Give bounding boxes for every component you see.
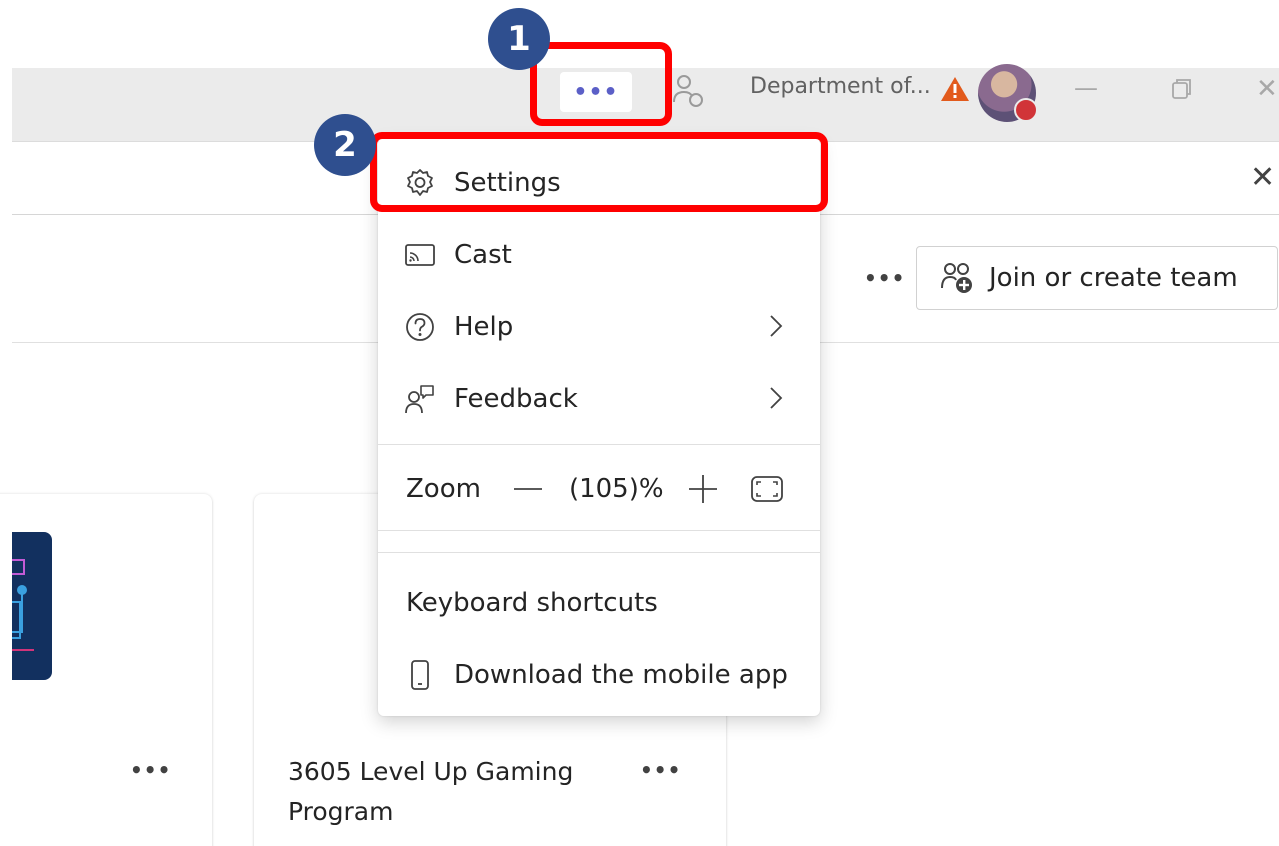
team-card-image — [5, 532, 52, 680]
menu-item-label: Feedback — [454, 384, 578, 414]
menu-item-help[interactable]: Help — [378, 294, 820, 360]
menu-item-label: Keyboard shortcuts — [406, 588, 658, 618]
menu-item-cast[interactable]: Cast — [378, 222, 820, 288]
chevron-right-icon — [770, 387, 783, 409]
team-card-more-button[interactable]: ••• — [130, 758, 171, 782]
menu-item-label: Help — [454, 312, 514, 342]
highlight-box-settings — [370, 132, 828, 212]
window-close-button[interactable]: ✕ — [1256, 74, 1279, 104]
teams-window: ••• Department of... — ✕ ✕ ••• Join or c… — [0, 0, 1279, 846]
zoom-out-button[interactable] — [511, 472, 545, 506]
menu-divider — [378, 530, 820, 531]
menu-item-label: Cast — [454, 240, 512, 270]
add-team-icon — [941, 263, 972, 293]
feedback-icon — [405, 385, 434, 414]
zoom-in-button[interactable] — [686, 472, 720, 506]
menu-divider — [378, 444, 820, 445]
join-or-create-team-button[interactable]: Join or create team — [916, 246, 1278, 310]
menu-item-keyboard-shortcuts[interactable]: Keyboard shortcuts — [378, 570, 820, 636]
mobile-phone-icon — [411, 660, 429, 690]
org-name[interactable]: Department of... — [750, 74, 931, 99]
restore-button[interactable] — [1170, 76, 1194, 102]
help-icon — [406, 313, 434, 341]
teams-more-options-button[interactable]: ••• — [864, 266, 905, 290]
zoom-value: (105)% — [568, 474, 664, 504]
team-card-more-button[interactable]: ••• — [640, 758, 681, 782]
fit-to-screen-icon[interactable] — [750, 474, 784, 504]
cast-icon — [405, 244, 435, 266]
menu-item-feedback[interactable]: Feedback — [378, 366, 820, 432]
chevron-right-icon — [770, 315, 783, 337]
minimize-button[interactable]: — — [1074, 74, 1104, 104]
step-badge-1: 1 — [488, 8, 550, 70]
presence-busy-icon — [1014, 98, 1038, 122]
menu-item-download-mobile-app[interactable]: Download the mobile app — [378, 642, 820, 708]
menu-item-label: Download the mobile app — [454, 660, 788, 690]
menu-item-zoom: Zoom (105)% — [378, 456, 820, 522]
highlight-box-more-button — [530, 42, 672, 126]
zoom-label: Zoom — [406, 474, 481, 504]
team-card-title: 3605 Level Up Gaming Program — [288, 757, 574, 826]
join-or-create-team-label: Join or create team — [989, 263, 1238, 293]
people-icon[interactable] — [672, 72, 706, 108]
step-badge-2: 2 — [314, 114, 376, 176]
menu-divider — [378, 552, 820, 553]
warning-icon — [941, 77, 969, 101]
panel-close-button[interactable]: ✕ — [1250, 160, 1275, 195]
